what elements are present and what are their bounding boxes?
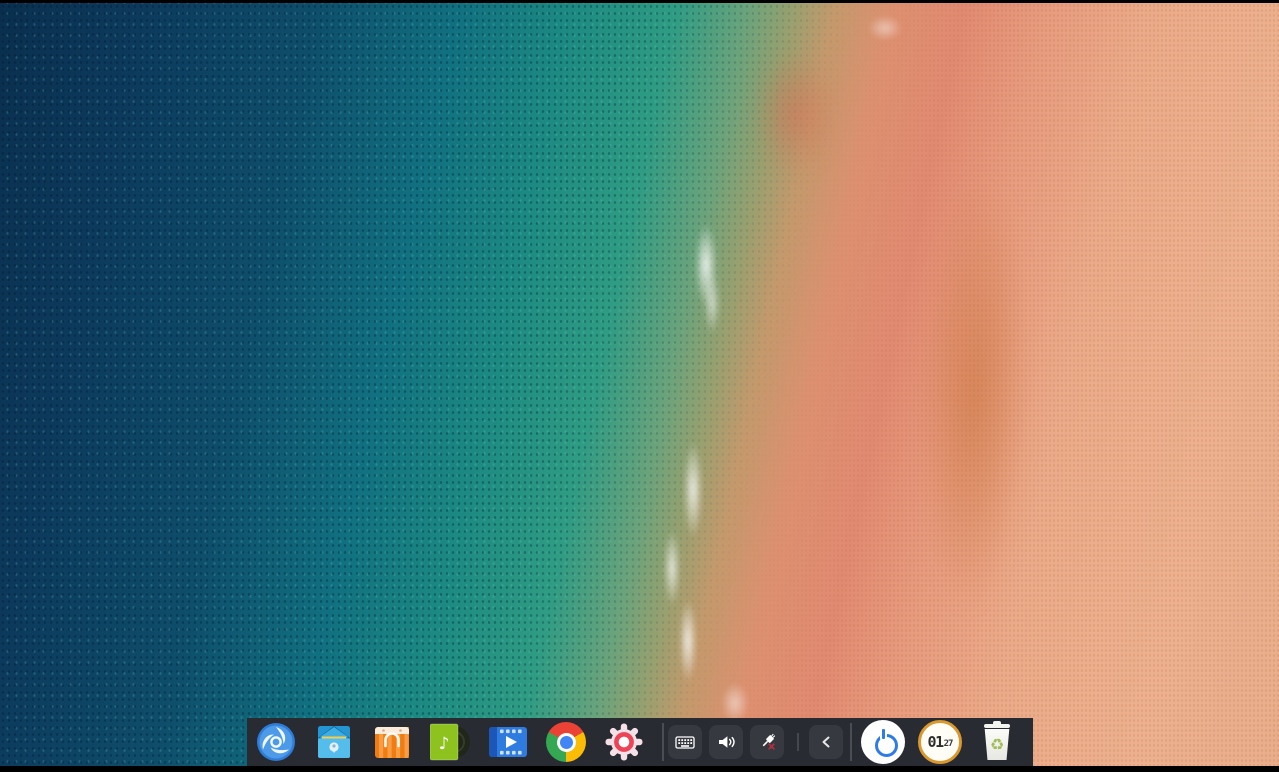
movie-button[interactable] bbox=[488, 722, 528, 762]
tray-separator bbox=[797, 733, 799, 751]
dock: ♪ 01 27 ♻ bbox=[247, 718, 1033, 766]
sound-tray-button[interactable] bbox=[709, 725, 743, 759]
shutdown-button[interactable] bbox=[861, 720, 905, 764]
movie-icon bbox=[489, 727, 527, 757]
dock-separator bbox=[662, 723, 664, 761]
deepin-launcher-icon bbox=[257, 723, 295, 761]
keyboard-icon bbox=[675, 736, 695, 749]
surf-foam bbox=[0, 3, 1279, 766]
file-manager-button[interactable] bbox=[314, 722, 354, 762]
chrome-button[interactable] bbox=[546, 722, 586, 762]
network-disconnected-icon bbox=[762, 733, 776, 750]
clock-widget[interactable]: 01 27 bbox=[918, 720, 962, 764]
control-center-button[interactable] bbox=[604, 722, 644, 762]
desktop-screen: ♪ 01 27 ♻ bbox=[0, 0, 1279, 772]
network-tray-button[interactable] bbox=[750, 725, 784, 759]
desktop-wallpaper bbox=[0, 3, 1279, 766]
music-icon: ♪ bbox=[429, 723, 470, 761]
volume-icon bbox=[719, 736, 735, 748]
clock-hours: 01 bbox=[927, 733, 945, 751]
clock-minutes: 27 bbox=[943, 738, 954, 749]
dock-collapse-button[interactable] bbox=[809, 725, 843, 759]
trash-button[interactable]: ♻ bbox=[977, 721, 1017, 763]
launcher-button[interactable] bbox=[256, 722, 296, 762]
music-button[interactable]: ♪ bbox=[429, 722, 470, 762]
chevron-left-icon bbox=[822, 736, 830, 748]
settings-gear-icon bbox=[605, 723, 643, 761]
power-icon bbox=[874, 733, 898, 757]
svg-text:♪: ♪ bbox=[439, 734, 450, 754]
trash-recycle-icon: ♻ bbox=[984, 729, 1010, 760]
app-store-button[interactable] bbox=[372, 722, 412, 762]
app-store-icon bbox=[375, 727, 409, 758]
file-manager-icon bbox=[318, 726, 350, 758]
keyboard-layout-tray-button[interactable] bbox=[668, 725, 702, 759]
dock-separator bbox=[850, 723, 852, 761]
